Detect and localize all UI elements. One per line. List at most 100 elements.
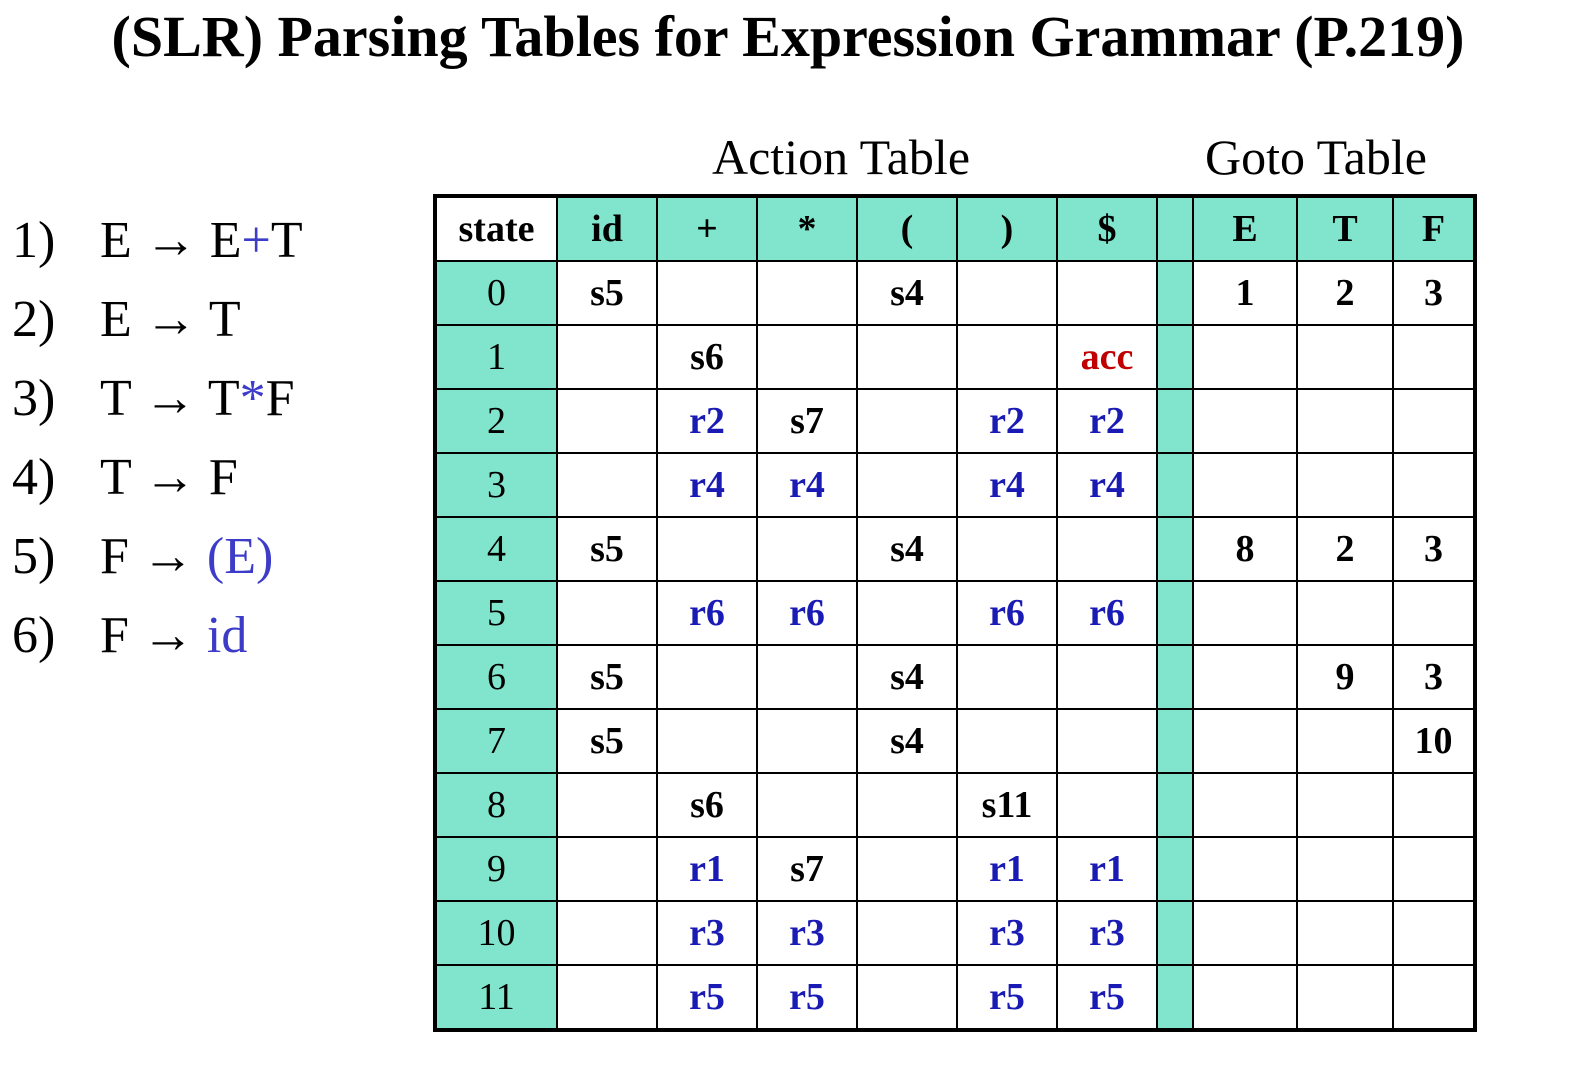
action-header: + (656, 195, 758, 262)
action-cell: s6 (656, 772, 758, 838)
action-cell: s5 (556, 708, 658, 774)
goto-cell (1192, 836, 1298, 902)
table-row: 9 r1 s7 r1 r1 (434, 836, 1476, 902)
action-cell (656, 516, 758, 582)
production-number: 1) (12, 212, 56, 269)
state-cell: 2 (434, 388, 558, 454)
action-cell: r1 (956, 836, 1058, 902)
goto-cell (1392, 836, 1476, 902)
production-text: E → E (100, 212, 242, 269)
action-cell: s7 (756, 836, 858, 902)
table-separator (1156, 324, 1194, 390)
production-number: 4) (12, 449, 56, 506)
production-number: 2) (12, 291, 56, 348)
action-cell (856, 580, 958, 646)
action-cell: r1 (1056, 836, 1158, 902)
action-cell: acc (1056, 324, 1158, 390)
state-cell: 0 (434, 260, 558, 326)
table-separator (1156, 516, 1194, 582)
action-cell (1056, 260, 1158, 326)
table-separator (1156, 772, 1194, 838)
grammar-productions: 1) E → E+T 2) E → T 3) T → T*F 4) T → F 5) F → (E… (12, 206, 303, 680)
production-number: 5) (12, 528, 56, 585)
action-cell: r2 (656, 388, 758, 454)
goto-cell: 3 (1392, 644, 1476, 710)
action-cell (856, 900, 958, 966)
goto-cell: 3 (1392, 260, 1476, 326)
action-cell (1056, 644, 1158, 710)
goto-cell (1392, 452, 1476, 518)
table-separator (1156, 260, 1194, 326)
table-row: 0 s5 s4 1 2 3 (434, 260, 1476, 326)
action-cell: s4 (856, 644, 958, 710)
state-cell: 7 (434, 708, 558, 774)
action-cell (856, 388, 958, 454)
goto-cell (1296, 836, 1394, 902)
production-text: F → (100, 607, 207, 664)
goto-cell (1392, 324, 1476, 390)
action-cell (856, 772, 958, 838)
table-row: 7 s5 s4 10 (434, 708, 1476, 774)
action-cell (956, 324, 1058, 390)
action-cell (756, 644, 858, 710)
action-cell: r6 (756, 580, 858, 646)
goto-cell: 2 (1296, 260, 1394, 326)
production-text: T (270, 212, 303, 269)
goto-cell (1192, 452, 1298, 518)
goto-header: F (1392, 195, 1476, 262)
action-cell: s4 (856, 708, 958, 774)
production-1: 1) E → E+T (12, 206, 303, 285)
goto-cell (1296, 452, 1394, 518)
action-cell: r5 (956, 964, 1058, 1031)
action-cell (756, 260, 858, 326)
production-6: 6) F → id (12, 601, 303, 680)
action-header: * (756, 195, 858, 262)
goto-cell: 8 (1192, 516, 1298, 582)
goto-cell: 10 (1392, 708, 1476, 774)
table-separator (1156, 195, 1194, 262)
goto-cell (1192, 324, 1298, 390)
goto-cell: 1 (1192, 260, 1298, 326)
production-terminal: * (239, 370, 266, 427)
state-cell: 4 (434, 516, 558, 582)
action-cell (756, 772, 858, 838)
production-5: 5) F → (E) (12, 522, 303, 601)
goto-cell (1192, 388, 1298, 454)
production-text: E → T (100, 291, 241, 348)
state-cell: 3 (434, 452, 558, 518)
action-cell: s5 (556, 644, 658, 710)
page-title: (SLR) Parsing Tables for Expression Gram… (111, 4, 1465, 69)
action-table-caption: Action Table (712, 129, 971, 185)
table-row: 2 r2 s7 r2 r2 (434, 388, 1476, 454)
table-row: 11 r5 r5 r5 r5 (434, 964, 1476, 1031)
action-cell (856, 964, 958, 1031)
goto-cell (1192, 900, 1298, 966)
goto-cell: 2 (1296, 516, 1394, 582)
goto-cell (1192, 964, 1298, 1031)
action-cell (1056, 772, 1158, 838)
production-text: T → F (100, 449, 238, 506)
production-4: 4) T → F (12, 443, 303, 522)
table-row: 4 s5 s4 8 2 3 (434, 516, 1476, 582)
goto-cell (1392, 900, 1476, 966)
state-column-header: state (434, 195, 558, 262)
action-cell (956, 260, 1058, 326)
goto-cell (1392, 580, 1476, 646)
table-separator (1156, 452, 1194, 518)
table-separator (1156, 388, 1194, 454)
action-cell (556, 900, 658, 966)
goto-cell (1296, 388, 1394, 454)
action-cell (856, 836, 958, 902)
goto-cell: 9 (1296, 644, 1394, 710)
action-header: id (556, 195, 658, 262)
action-cell: r6 (1056, 580, 1158, 646)
action-cell: s6 (656, 324, 758, 390)
table-row: 6 s5 s4 9 3 (434, 644, 1476, 710)
action-cell: r4 (1056, 452, 1158, 518)
action-cell: r3 (956, 900, 1058, 966)
table-separator (1156, 964, 1194, 1031)
action-cell (556, 836, 658, 902)
action-cell (756, 324, 858, 390)
table-row: 5 r6 r6 r6 r6 (434, 580, 1476, 646)
state-cell: 1 (434, 324, 558, 390)
